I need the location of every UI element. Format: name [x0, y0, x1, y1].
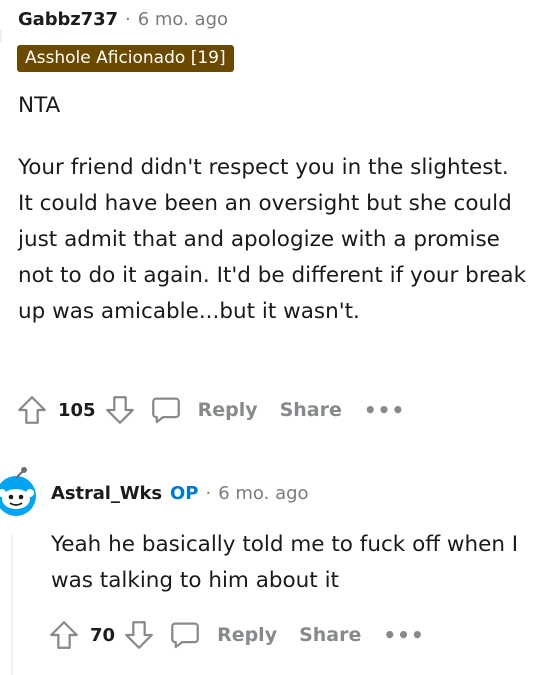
more-options-button[interactable]: •••	[364, 398, 405, 422]
vote-count: 70	[90, 624, 116, 646]
user-flair: Asshole Aficionado [19]	[17, 45, 234, 72]
comment: Gabbz737 · 6 mo. ago Asshole Aficionado …	[0, 0, 533, 440]
reply-action-bar: 70 Reply Share •••	[44, 614, 425, 656]
meta-separator: ·	[205, 483, 212, 504]
reply-timestamp[interactable]: 6 mo. ago	[218, 483, 308, 504]
share-button[interactable]: Share	[280, 399, 342, 421]
comment-bubble-icon[interactable]	[146, 390, 186, 430]
reply-button[interactable]: Reply	[198, 399, 258, 421]
reply-thread-line[interactable]	[11, 535, 13, 675]
upvote-icon[interactable]	[44, 615, 84, 655]
more-options-button[interactable]: •••	[383, 623, 424, 647]
snoo-avatar-icon[interactable]	[0, 466, 38, 518]
op-badge: OP	[169, 483, 199, 504]
comment-bubble-icon[interactable]	[165, 615, 205, 655]
comment-paragraph-1: NTA	[18, 93, 61, 118]
comment-username[interactable]: Gabbz737	[18, 9, 118, 30]
reply-body: Yeah he basically told me to fuck off wh…	[51, 532, 519, 593]
upvote-icon[interactable]	[12, 390, 52, 430]
downvote-icon[interactable]	[119, 615, 159, 655]
comment-timestamp[interactable]: 6 mo. ago	[138, 9, 228, 30]
reply-button[interactable]: Reply	[217, 624, 277, 646]
meta-separator: ·	[124, 9, 131, 30]
comment-paragraph-2: Your friend didn't respect you in the sl…	[18, 155, 527, 324]
reply-username[interactable]: Astral_Wks	[51, 483, 162, 504]
vote-count: 105	[58, 399, 96, 421]
reply-meta: Astral_Wks OP · 6 mo. ago	[51, 483, 309, 504]
downvote-icon[interactable]	[100, 390, 140, 430]
comment-meta: Gabbz737 · 6 mo. ago	[18, 9, 228, 30]
share-button[interactable]: Share	[299, 624, 361, 646]
comment-action-bar: 105 Reply Share •••	[12, 389, 405, 431]
